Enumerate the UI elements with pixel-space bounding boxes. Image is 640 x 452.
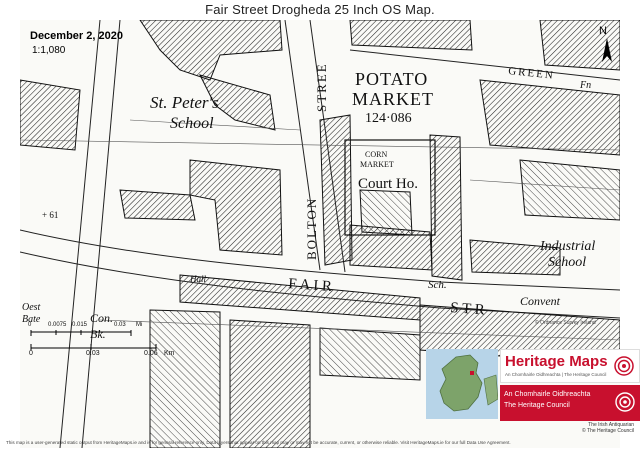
label-stree: STREE	[314, 62, 329, 112]
label-potato: POTATO	[355, 69, 428, 89]
compass-letter: N	[599, 25, 607, 37]
label-st-peters: St. Peter's	[150, 93, 219, 112]
label-court-house: Court Ho.	[358, 176, 418, 192]
label-hall: Hall	[189, 274, 207, 284]
osi-credit: © Ordnance Survey Ireland	[535, 320, 596, 326]
label-fn: Fn	[579, 80, 591, 91]
scale-bottom-2: 0.06	[144, 350, 158, 357]
scale-top-unit: Mi	[136, 322, 143, 328]
label-corn-market: MARKET	[360, 160, 394, 169]
label-school-industrial: School	[548, 255, 586, 270]
scale-bottom-0: 0	[29, 350, 33, 357]
scale-bottom-unit: Km	[164, 350, 175, 357]
credit-copyright: © The Heritage Council	[582, 428, 634, 434]
north-arrow-icon: N	[599, 25, 612, 62]
label-corn: CORN	[365, 150, 387, 159]
branding-panel: Heritage Maps An Chomhairle Oidhreachta …	[426, 349, 640, 452]
label-market: MARKET	[352, 89, 434, 109]
label-bolton: BOLTON	[304, 197, 319, 260]
council-emblem-icon	[615, 392, 635, 412]
scale-top-1: 0.0075	[48, 322, 67, 328]
ireland-inset-map	[426, 349, 498, 419]
scale-top-2: 0.015	[72, 322, 88, 328]
scale-top-3: 0.03	[114, 322, 126, 328]
scale-top-0: 0	[28, 322, 32, 328]
heritage-maps-logo[interactable]: Heritage Maps An Chomhairle Oidhreachta …	[500, 349, 640, 421]
label-area: 124·086	[365, 111, 412, 126]
label-school: School	[170, 115, 214, 132]
council-name-english: The Heritage Council	[504, 402, 570, 409]
heritage-maps-title: Heritage Maps	[505, 353, 608, 370]
map-date: December 2, 2020	[30, 30, 123, 42]
map-credits: The Irish Antiquarian © The Heritage Cou…	[582, 422, 634, 434]
heritage-maps-subtitle: An Chomhairle Oidhreachta | The Heritage…	[505, 372, 607, 377]
label-post: Oest	[22, 302, 41, 313]
scale-bottom-1: 0.03	[86, 350, 100, 357]
label-sch: Sch.	[428, 279, 447, 291]
label-street: S T R	[450, 300, 486, 318]
scale-bar: 0 0.0075 0.015 0.03 Mi 0 0.03 0.06 Km	[26, 322, 196, 362]
label-convent: Convent	[520, 294, 561, 308]
label-spot-height: + 61	[42, 210, 58, 220]
footer-disclaimer: This map is a user-generated static outp…	[6, 440, 511, 445]
map-title: Fair Street Drogheda 25 Inch OS Map.	[205, 2, 435, 17]
label-industrial: Industrial	[539, 239, 595, 254]
label-fair: F A I R	[288, 276, 333, 295]
fingerprint-icon	[614, 356, 634, 376]
map-scale: 1:1,080	[32, 45, 66, 56]
council-name-irish: An Chomhairle Oidhreachta	[504, 391, 591, 398]
ireland-shape-icon	[439, 354, 498, 412]
